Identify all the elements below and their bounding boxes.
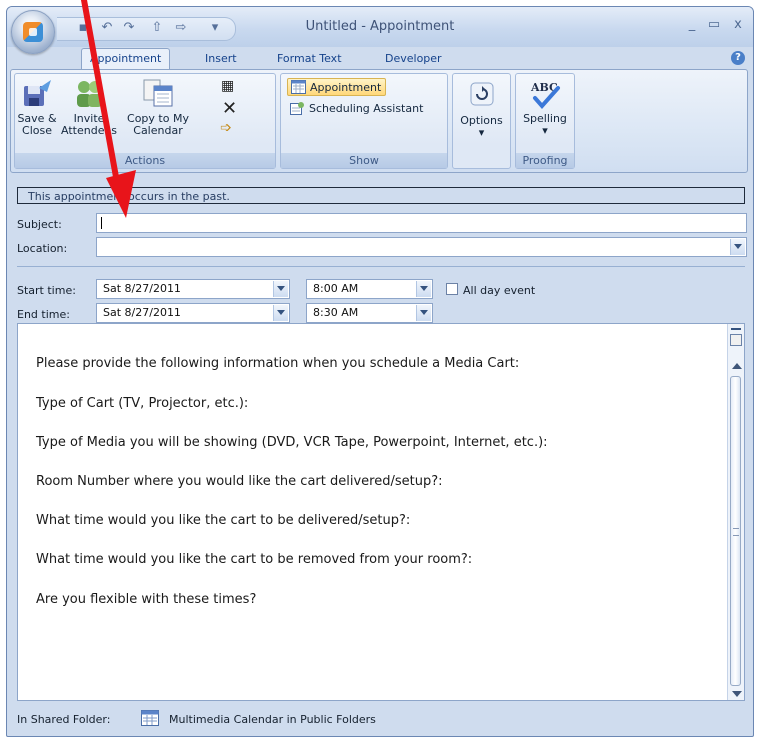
red-arrow-annotation [81,0,136,218]
office-button[interactable] [11,10,55,54]
office-logo-icon [23,22,43,42]
